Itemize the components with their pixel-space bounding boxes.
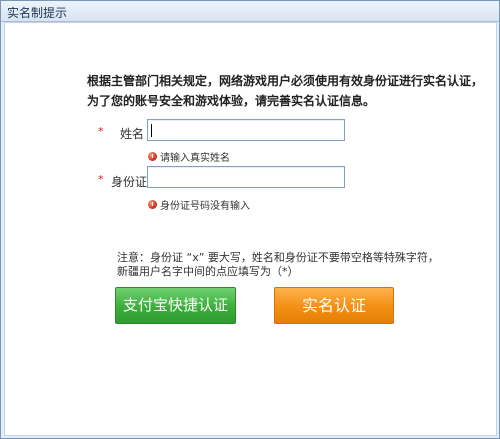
policy-notice-line-2: 为了您的账号安全和游戏体验，请完善实名认证信息。	[87, 94, 376, 108]
input-note-line-2: 新疆用户名字中间的点应填写为（*）	[117, 265, 299, 278]
title-bar[interactable]: 实名制提示	[1, 1, 499, 22]
dialog-window: 实名制提示 根据主管部门相关规定，网络游戏用户必须使用有效身份证进行实名认证， …	[0, 0, 500, 439]
id-card-required-mark: *	[98, 173, 104, 186]
name-label: 姓名	[120, 127, 145, 141]
id-card-hint: 身份证号码没有输入	[148, 197, 250, 212]
id-card-input[interactable]	[147, 166, 345, 188]
name-hint-text: 请输入真实姓名	[160, 153, 230, 164]
id-card-label: 身份证	[111, 175, 148, 189]
policy-notice-line-1: 根据主管部门相关规定，网络游戏用户必须使用有效身份证进行实名认证，	[87, 74, 484, 88]
window-title: 实名制提示	[7, 6, 68, 20]
name-required-mark: *	[98, 125, 104, 138]
text-caret	[151, 124, 152, 137]
error-icon	[148, 200, 157, 209]
real-name-verify-button[interactable]: 实名认证	[274, 287, 394, 324]
input-note: 注意：身份证 “x” 要大写，姓名和身份证不要带空格等特殊字符， 新疆用户名字中…	[117, 251, 439, 279]
id-card-hint-text: 身份证号码没有输入	[160, 201, 250, 212]
name-input[interactable]	[147, 119, 345, 141]
input-note-line-1: 注意：身份证 “x” 要大写，姓名和身份证不要带空格等特殊字符，	[117, 251, 439, 264]
error-icon	[148, 152, 157, 161]
dialog-content: 根据主管部门相关规定，网络游戏用户必须使用有效身份证进行实名认证， 为了您的账号…	[4, 22, 497, 436]
name-hint: 请输入真实姓名	[148, 149, 230, 164]
policy-notice: 根据主管部门相关规定，网络游戏用户必须使用有效身份证进行实名认证， 为了您的账号…	[87, 71, 484, 111]
alipay-quick-verify-button[interactable]: 支付宝快捷认证	[115, 287, 236, 324]
